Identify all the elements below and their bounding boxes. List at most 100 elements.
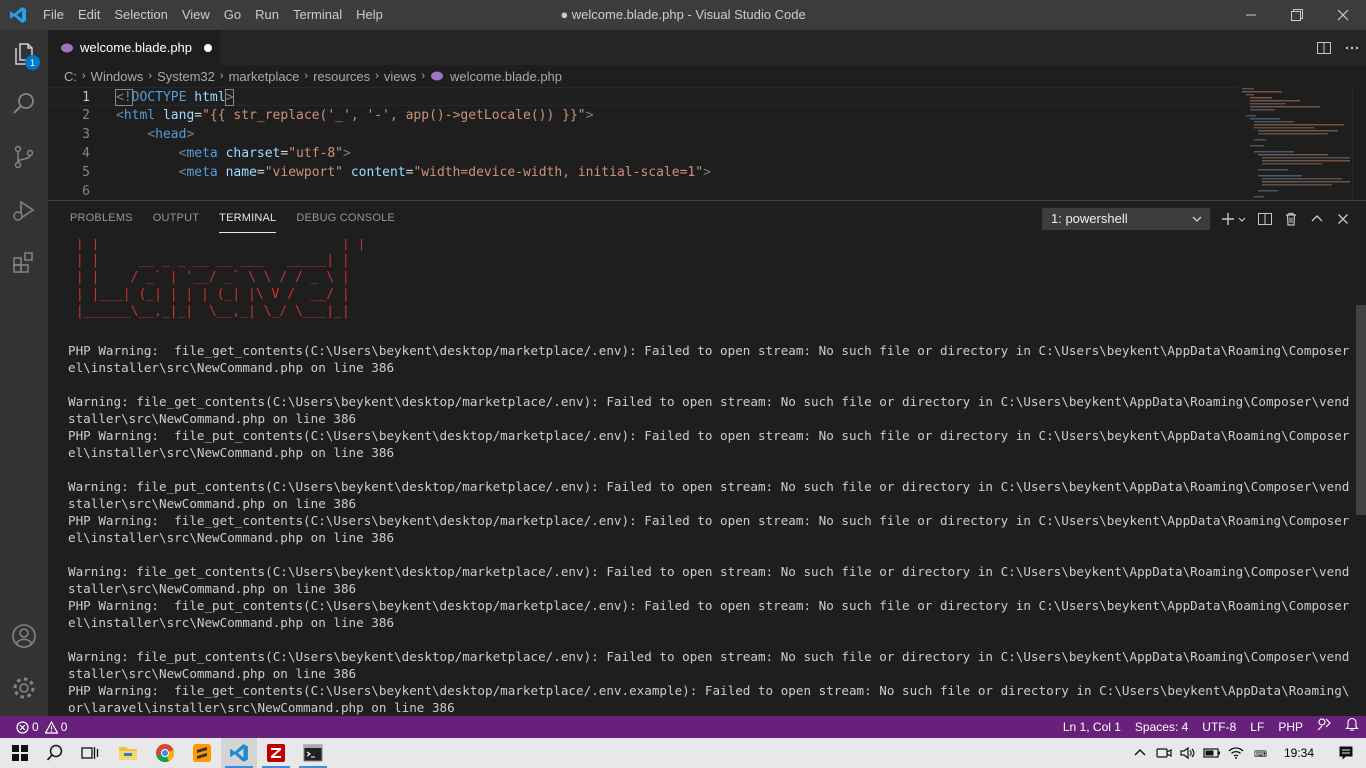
volume-button[interactable] bbox=[1176, 738, 1200, 768]
terminal-line: staller\src\NewCommand.php on line 386 bbox=[68, 496, 357, 511]
split-editor-button[interactable] bbox=[1310, 30, 1338, 65]
show-hidden-icons-button[interactable] bbox=[1128, 738, 1152, 768]
breadcrumb-item[interactable]: marketplace bbox=[229, 69, 300, 84]
menu-file[interactable]: File bbox=[36, 0, 71, 30]
kill-terminal-button[interactable] bbox=[1278, 201, 1304, 236]
maximize-panel-button[interactable] bbox=[1304, 201, 1330, 236]
breadcrumb-item[interactable]: welcome.blade.php bbox=[450, 69, 562, 84]
code-line[interactable]: 4 <meta charset="utf-8"> bbox=[48, 144, 1238, 163]
encoding[interactable]: UTF-8 bbox=[1195, 716, 1243, 738]
minimize-icon bbox=[1246, 14, 1256, 16]
meet-now-button[interactable] bbox=[1152, 738, 1176, 768]
code-token: > bbox=[224, 89, 235, 106]
search-button[interactable] bbox=[0, 80, 48, 128]
end-of-line[interactable]: LF bbox=[1243, 716, 1271, 738]
code-token: content bbox=[343, 165, 406, 180]
network-button[interactable] bbox=[1224, 738, 1248, 768]
cursor-position[interactable]: Ln 1, Col 1 bbox=[1056, 716, 1128, 738]
editor-tab-welcome-blade[interactable]: welcome.blade.php bbox=[48, 30, 220, 65]
code-line[interactable]: 5 <meta name="viewport" content="width=d… bbox=[48, 163, 1238, 182]
new-terminal-button[interactable] bbox=[1218, 201, 1252, 236]
panel-tab-debug-console[interactable]: DEBUG CONSOLE bbox=[286, 201, 405, 236]
status-bar: 0 0 Ln 1, Col 1 Spaces: 4 UTF-8 LF PHP bbox=[0, 716, 1366, 738]
webcam-icon bbox=[1156, 748, 1172, 758]
menu-run[interactable]: Run bbox=[248, 0, 286, 30]
laravel-ascii-art: | | | | | | __ _ _ __ __ ___ _____| | | … bbox=[75, 239, 366, 319]
terminal-scrollbar-thumb[interactable] bbox=[1356, 305, 1366, 515]
breadcrumb-item[interactable]: C: bbox=[64, 69, 77, 84]
taskbar-filezilla[interactable] bbox=[258, 738, 294, 768]
panel-tab-problems[interactable]: PROBLEMS bbox=[60, 201, 143, 236]
language-mode[interactable]: PHP bbox=[1271, 716, 1310, 738]
plus-icon bbox=[1222, 212, 1246, 225]
source-control-button[interactable] bbox=[0, 133, 48, 181]
panel-tab-output[interactable]: OUTPUT bbox=[143, 201, 209, 236]
status-right: Ln 1, Col 1 Spaces: 4 UTF-8 LF PHP bbox=[1056, 716, 1366, 738]
panel-tab-terminal[interactable]: TERMINAL bbox=[209, 201, 286, 236]
menu-help[interactable]: Help bbox=[349, 0, 390, 30]
minimap[interactable] bbox=[1240, 87, 1352, 200]
chevron-right-icon: › bbox=[421, 70, 425, 82]
close-window-button[interactable] bbox=[1320, 0, 1366, 30]
problems-status[interactable]: 0 0 bbox=[0, 716, 67, 738]
taskbar-search-button[interactable] bbox=[37, 738, 73, 768]
split-terminal-button[interactable] bbox=[1252, 201, 1278, 236]
system-tray: ⌨ 19:34 bbox=[1128, 738, 1366, 768]
action-center-button[interactable] bbox=[1326, 738, 1366, 768]
close-panel-button[interactable] bbox=[1330, 201, 1356, 236]
menu-terminal[interactable]: Terminal bbox=[286, 0, 349, 30]
unsaved-dot-icon[interactable] bbox=[204, 43, 213, 52]
wifi-icon bbox=[1228, 747, 1244, 759]
terminal-select-value: 1: powershell bbox=[1051, 211, 1128, 226]
feedback-button[interactable] bbox=[1310, 716, 1338, 738]
menu-bar: File Edit Selection View Go Run Terminal Help bbox=[36, 0, 390, 30]
code-editor[interactable]: 1 <!DOCTYPE html> 2 <html lang="{{ str_repl… bbox=[48, 87, 1366, 200]
language-indicator[interactable]: ⌨ bbox=[1248, 738, 1272, 768]
code-line[interactable]: 3 <head> bbox=[48, 125, 1238, 144]
breadcrumb-item[interactable]: Windows bbox=[91, 69, 144, 84]
accounts-button[interactable] bbox=[0, 612, 48, 660]
clock[interactable]: 19:34 bbox=[1272, 746, 1326, 760]
taskbar-file-explorer[interactable] bbox=[110, 738, 146, 768]
menu-view[interactable]: View bbox=[175, 0, 217, 30]
code-token: "utf-8" bbox=[288, 146, 344, 161]
indentation[interactable]: Spaces: 4 bbox=[1128, 716, 1195, 738]
task-view-icon bbox=[81, 747, 99, 759]
manage-button[interactable] bbox=[0, 664, 48, 712]
minimize-button[interactable] bbox=[1228, 0, 1274, 30]
restore-button[interactable] bbox=[1274, 0, 1320, 30]
menu-edit[interactable]: Edit bbox=[71, 0, 107, 30]
taskbar-vscode[interactable] bbox=[221, 738, 257, 768]
taskbar-chrome[interactable] bbox=[147, 738, 183, 768]
terminal-line: or\laravel\installer\src\NewCommand.php … bbox=[68, 700, 455, 715]
terminal-output[interactable]: | | | | | | __ _ _ __ __ ___ _____| | | … bbox=[68, 239, 1350, 715]
vscode-logo-icon bbox=[0, 0, 36, 30]
explorer-button[interactable]: 1 bbox=[0, 30, 48, 78]
editor-scrollbar[interactable] bbox=[1352, 87, 1366, 200]
more-actions-button[interactable] bbox=[1338, 30, 1366, 65]
menu-selection[interactable]: Selection bbox=[107, 0, 174, 30]
breadcrumb-item[interactable]: views bbox=[384, 69, 417, 84]
extensions-button[interactable] bbox=[0, 238, 48, 286]
terminal-line: Warning: file_get_contents(C:\Users\beyk… bbox=[68, 394, 1350, 409]
breadcrumb-item[interactable]: System32 bbox=[157, 69, 215, 84]
code-line[interactable]: 1 <!DOCTYPE html> bbox=[48, 87, 1238, 106]
code-line[interactable]: 2 <html lang="{{ str_replace('_', '-', ap… bbox=[48, 106, 1238, 125]
terminal-line: PHP Warning: file_put_contents(C:\Users\… bbox=[68, 428, 1350, 443]
taskbar-command-prompt[interactable] bbox=[295, 738, 331, 768]
start-button[interactable] bbox=[2, 738, 38, 768]
menu-go[interactable]: Go bbox=[217, 0, 248, 30]
breadcrumb-item[interactable]: resources bbox=[313, 69, 370, 84]
task-view-button[interactable] bbox=[72, 738, 108, 768]
code-token: "viewport" bbox=[264, 165, 344, 180]
terminal-select[interactable]: 1: powershell bbox=[1042, 208, 1210, 230]
code-line[interactable]: 6 bbox=[48, 182, 1238, 200]
notifications-button[interactable] bbox=[1338, 716, 1366, 738]
run-debug-button[interactable] bbox=[0, 186, 48, 234]
battery-button[interactable] bbox=[1200, 738, 1224, 768]
split-terminal-icon bbox=[1258, 212, 1272, 225]
taskbar-sublime[interactable] bbox=[184, 738, 220, 768]
